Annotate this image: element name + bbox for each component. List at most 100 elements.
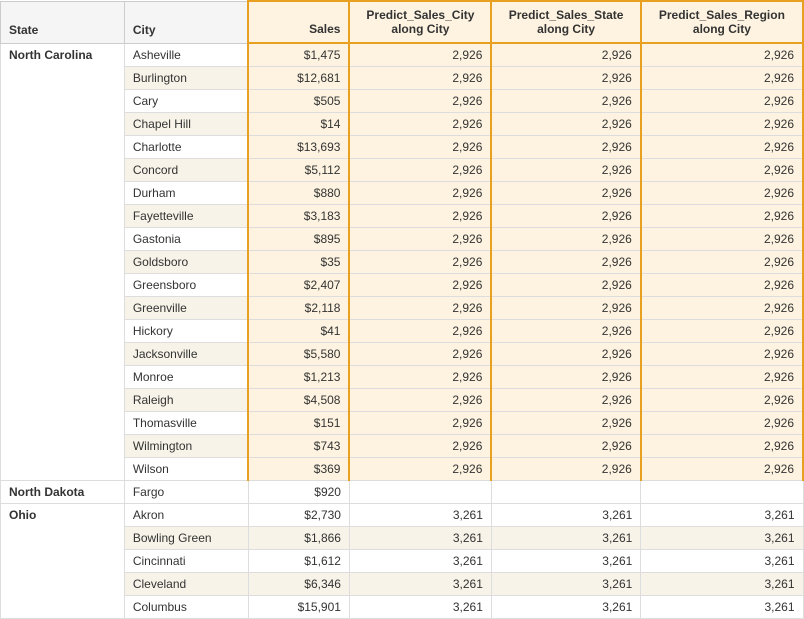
predict-city-cell: 2,926 bbox=[349, 228, 491, 251]
sales-cell: $895 bbox=[248, 228, 349, 251]
predict-state-cell: 2,926 bbox=[491, 90, 640, 113]
sales-cell: $3,183 bbox=[248, 205, 349, 228]
predict-city-cell: 2,926 bbox=[349, 182, 491, 205]
sales-cell: $5,580 bbox=[248, 343, 349, 366]
predict-city-cell bbox=[349, 481, 491, 504]
predict-city-cell: 2,926 bbox=[349, 43, 491, 67]
predict-region-cell: 2,926 bbox=[641, 113, 803, 136]
predict-state-cell: 2,926 bbox=[491, 274, 640, 297]
predict-region-cell: 2,926 bbox=[641, 389, 803, 412]
city-cell: Cary bbox=[124, 90, 248, 113]
predict-region-cell: 2,926 bbox=[641, 274, 803, 297]
predict-city-cell: 3,261 bbox=[349, 504, 491, 527]
predict-region-cell: 2,926 bbox=[641, 343, 803, 366]
sales-cell: $2,730 bbox=[248, 504, 349, 527]
predict-state-cell: 2,926 bbox=[491, 136, 640, 159]
predict-city-cell: 3,261 bbox=[349, 527, 491, 550]
predict-state-cell: 2,926 bbox=[491, 297, 640, 320]
predict-region-cell: 2,926 bbox=[641, 90, 803, 113]
predict-state-cell bbox=[491, 481, 640, 504]
header-predict-region: Predict_Sales_Region along City bbox=[641, 1, 803, 43]
predict-city-cell: 2,926 bbox=[349, 67, 491, 90]
city-cell: Cincinnati bbox=[124, 550, 248, 573]
predict-state-cell: 2,926 bbox=[491, 412, 640, 435]
predict-state-cell: 3,261 bbox=[491, 527, 640, 550]
predict-city-cell: 2,926 bbox=[349, 274, 491, 297]
predict-state-cell: 2,926 bbox=[491, 458, 640, 481]
city-cell: Columbus bbox=[124, 596, 248, 619]
city-cell: Burlington bbox=[124, 67, 248, 90]
sales-cell: $12,681 bbox=[248, 67, 349, 90]
sales-cell: $880 bbox=[248, 182, 349, 205]
city-cell: Concord bbox=[124, 159, 248, 182]
predict-city-cell: 3,261 bbox=[349, 573, 491, 596]
city-cell: Wilmington bbox=[124, 435, 248, 458]
header-predict-state: Predict_Sales_State along City bbox=[491, 1, 640, 43]
predict-region-cell: 2,926 bbox=[641, 159, 803, 182]
predict-state-cell: 2,926 bbox=[491, 228, 640, 251]
sales-cell: $1,475 bbox=[248, 43, 349, 67]
predict-region-cell: 2,926 bbox=[641, 320, 803, 343]
predict-city-cell: 2,926 bbox=[349, 458, 491, 481]
predict-state-cell: 2,926 bbox=[491, 366, 640, 389]
city-cell: Jacksonville bbox=[124, 343, 248, 366]
predict-region-cell: 3,261 bbox=[641, 550, 803, 573]
sales-cell: $15,901 bbox=[248, 596, 349, 619]
predict-city-cell: 2,926 bbox=[349, 251, 491, 274]
sales-cell: $14 bbox=[248, 113, 349, 136]
predict-state-cell: 2,926 bbox=[491, 113, 640, 136]
sales-cell: $41 bbox=[248, 320, 349, 343]
city-cell: Cleveland bbox=[124, 573, 248, 596]
city-cell: Greenville bbox=[124, 297, 248, 320]
city-cell: Hickory bbox=[124, 320, 248, 343]
predict-region-cell: 2,926 bbox=[641, 435, 803, 458]
predict-region-cell: 2,926 bbox=[641, 251, 803, 274]
data-table: State City Sales Predict_Sales_City alon… bbox=[0, 0, 804, 619]
predict-city-cell: 2,926 bbox=[349, 389, 491, 412]
predict-state-cell: 3,261 bbox=[491, 504, 640, 527]
predict-city-cell: 2,926 bbox=[349, 159, 491, 182]
header-sales: Sales bbox=[248, 1, 349, 43]
predict-region-cell: 3,261 bbox=[641, 596, 803, 619]
predict-city-cell: 2,926 bbox=[349, 205, 491, 228]
predict-region-cell: 2,926 bbox=[641, 67, 803, 90]
sales-cell: $2,118 bbox=[248, 297, 349, 320]
table-container: State City Sales Predict_Sales_City alon… bbox=[0, 0, 804, 619]
predict-region-cell: 2,926 bbox=[641, 366, 803, 389]
city-cell: Monroe bbox=[124, 366, 248, 389]
sales-cell: $6,346 bbox=[248, 573, 349, 596]
predict-state-cell: 3,261 bbox=[491, 596, 640, 619]
predict-city-cell: 2,926 bbox=[349, 297, 491, 320]
header-state: State bbox=[1, 1, 125, 43]
city-cell: Thomasville bbox=[124, 412, 248, 435]
predict-state-cell: 2,926 bbox=[491, 182, 640, 205]
state-cell: Ohio bbox=[1, 504, 125, 619]
predict-region-cell: 2,926 bbox=[641, 297, 803, 320]
predict-state-cell: 3,261 bbox=[491, 573, 640, 596]
predict-region-cell: 2,926 bbox=[641, 412, 803, 435]
predict-state-cell: 2,926 bbox=[491, 343, 640, 366]
city-cell: Greensboro bbox=[124, 274, 248, 297]
predict-state-cell: 3,261 bbox=[491, 550, 640, 573]
sales-cell: $369 bbox=[248, 458, 349, 481]
header-predict-city: Predict_Sales_City along City bbox=[349, 1, 491, 43]
predict-state-cell: 2,926 bbox=[491, 389, 640, 412]
city-cell: Gastonia bbox=[124, 228, 248, 251]
predict-city-cell: 2,926 bbox=[349, 320, 491, 343]
state-cell: North Carolina bbox=[1, 43, 125, 481]
predict-region-cell: 2,926 bbox=[641, 182, 803, 205]
predict-state-cell: 2,926 bbox=[491, 43, 640, 67]
sales-cell: $1,866 bbox=[248, 527, 349, 550]
city-cell: Goldsboro bbox=[124, 251, 248, 274]
state-cell: North Dakota bbox=[1, 481, 125, 504]
header-city: City bbox=[124, 1, 248, 43]
predict-city-cell: 2,926 bbox=[349, 366, 491, 389]
predict-state-cell: 2,926 bbox=[491, 435, 640, 458]
city-cell: Durham bbox=[124, 182, 248, 205]
city-cell: Chapel Hill bbox=[124, 113, 248, 136]
predict-region-cell: 2,926 bbox=[641, 136, 803, 159]
sales-cell: $2,407 bbox=[248, 274, 349, 297]
predict-region-cell: 2,926 bbox=[641, 228, 803, 251]
city-cell: Fayetteville bbox=[124, 205, 248, 228]
sales-cell: $920 bbox=[248, 481, 349, 504]
